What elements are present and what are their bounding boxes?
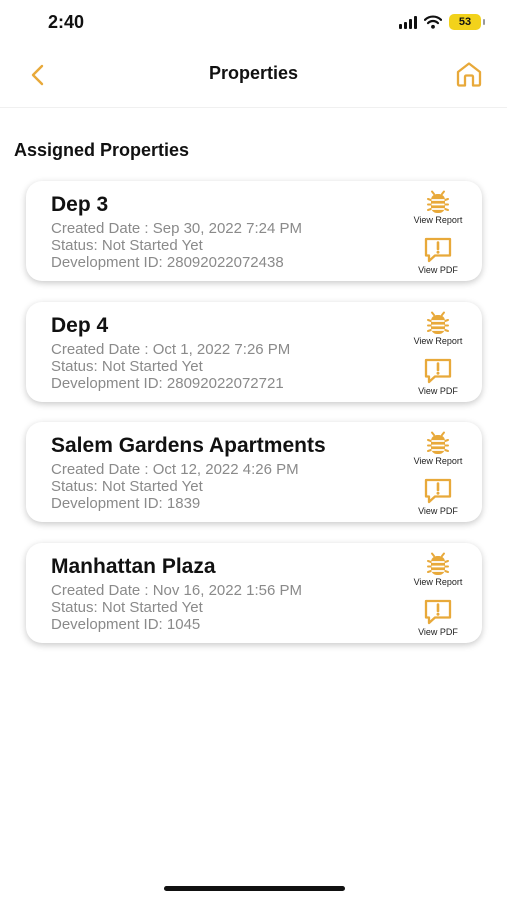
view-pdf-button[interactable]: View PDF (406, 477, 470, 516)
status-text: Status: Not Started Yet (51, 357, 203, 375)
view-pdf-label: View PDF (418, 506, 458, 516)
status-time: 2:40 (48, 12, 85, 32)
wifi-icon (424, 15, 442, 29)
status-text: Status: Not Started Yet (51, 237, 203, 254)
battery-indicator: 53 (449, 14, 485, 30)
view-pdf-label: View PDF (418, 385, 458, 396)
view-pdf-label: View PDF (418, 626, 458, 637)
page-title: Properties (208, 63, 299, 83)
property-card[interactable]: Manhattan Plaza Created Date : Nov 16, 2… (26, 542, 482, 643)
alert-message-icon (424, 358, 452, 383)
home-button[interactable] (451, 56, 487, 92)
created-date: Created Date : Nov 16, 2022 1:56 PM (51, 581, 302, 599)
bug-icon (427, 552, 449, 575)
property-name: Dep 3 (51, 193, 109, 216)
development-id: Development ID: 28092022072721 (51, 374, 284, 392)
status-text: Status: Not Started Yet (51, 598, 203, 616)
property-name: Manhattan Plaza (51, 554, 216, 578)
view-pdf-button[interactable]: View PDF (406, 236, 470, 275)
view-report-label: View Report (413, 456, 463, 466)
view-report-button[interactable]: View Report (406, 552, 470, 587)
view-report-button[interactable]: View Report (406, 190, 470, 225)
view-report-label: View Report (413, 576, 463, 587)
property-card[interactable]: Dep 3 Created Date : Sep 30, 2022 7:24 P… (26, 181, 482, 281)
section-title: Assigned Properties (14, 140, 190, 160)
status-icons: 53 (399, 14, 485, 30)
property-list: Dep 3 Created Date : Sep 30, 2022 7:24 P… (26, 181, 482, 663)
home-icon (456, 62, 482, 87)
status-text: Status: Not Started Yet (51, 478, 203, 495)
home-indicator (164, 886, 345, 891)
cellular-signal-icon (399, 15, 417, 29)
status-bar: 2:40 53 (0, 0, 507, 46)
created-date: Created Date : Sep 30, 2022 7:24 PM (51, 220, 302, 237)
bug-icon (427, 190, 449, 213)
property-name: Salem Gardens Apartments (51, 434, 326, 457)
view-pdf-button[interactable]: View PDF (406, 598, 470, 637)
view-pdf-label: View PDF (418, 265, 458, 275)
bug-icon (427, 311, 449, 334)
created-date: Created Date : Oct 1, 2022 7:26 PM (51, 340, 291, 358)
view-pdf-button[interactable]: View PDF (406, 357, 470, 396)
created-date: Created Date : Oct 12, 2022 4:26 PM (51, 461, 299, 478)
view-report-button[interactable]: View Report (406, 311, 470, 346)
property-name: Dep 4 (51, 313, 109, 337)
alert-message-icon (424, 599, 452, 624)
development-id: Development ID: 1045 (51, 615, 201, 633)
property-card[interactable]: Salem Gardens Apartments Created Date : … (26, 422, 482, 522)
alert-message-icon (424, 478, 452, 504)
development-id: Development ID: 1839 (51, 495, 201, 512)
bug-icon (427, 431, 449, 454)
view-report-button[interactable]: View Report (406, 431, 470, 466)
navigation-bar: Properties (0, 46, 507, 108)
view-report-label: View Report (413, 335, 463, 346)
alert-message-icon (424, 237, 452, 263)
development-id: Development ID: 28092022072438 (51, 254, 284, 271)
property-card[interactable]: Dep 4 Created Date : Oct 1, 2022 7:26 PM… (26, 301, 482, 402)
view-report-label: View Report (413, 215, 463, 225)
